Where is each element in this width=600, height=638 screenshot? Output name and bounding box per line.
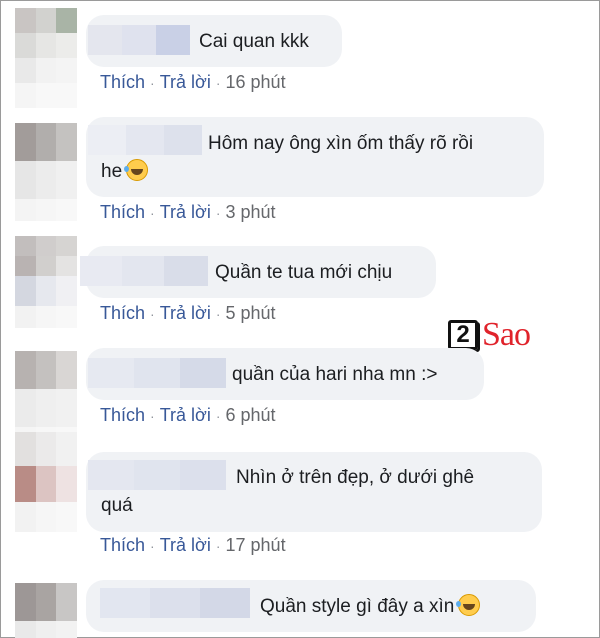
avatar[interactable] bbox=[15, 236, 77, 328]
avatar[interactable] bbox=[15, 432, 77, 532]
comment-actions: Thích · Trả lời · 5 phút bbox=[100, 303, 276, 324]
separator: · bbox=[215, 204, 221, 221]
separator: · bbox=[150, 407, 155, 424]
comment-actions: Thích · Trả lời · 3 phút bbox=[100, 202, 276, 223]
separator: · bbox=[150, 537, 155, 554]
timestamp[interactable]: 17 phút bbox=[226, 535, 286, 556]
timestamp[interactable]: 6 phút bbox=[226, 405, 276, 426]
timestamp[interactable]: 16 phút bbox=[226, 72, 286, 93]
watermark-number: 2 bbox=[448, 320, 478, 350]
avatar[interactable] bbox=[15, 123, 77, 221]
comment-text: quần của hari nha mn :> bbox=[232, 364, 438, 385]
comment-text: Hôm nay ông xìn ốm thấy rõ rồi bbox=[208, 133, 474, 154]
separator: · bbox=[215, 537, 221, 554]
comment-actions: Thích · Trả lời · 16 phút bbox=[100, 72, 286, 93]
timestamp[interactable]: 5 phút bbox=[226, 303, 276, 324]
comment-actions: Thích · Trả lời · 17 phút bbox=[100, 535, 286, 556]
separator: · bbox=[215, 305, 221, 322]
comment-text: Quần te tua mới chịu bbox=[215, 262, 393, 283]
separator: · bbox=[150, 204, 155, 221]
reply-link[interactable]: Trả lời bbox=[160, 535, 211, 556]
comment-text-continued: quá bbox=[101, 495, 133, 516]
commenter-name-blurred[interactable] bbox=[100, 588, 250, 618]
like-link[interactable]: Thích bbox=[100, 202, 145, 223]
separator: · bbox=[215, 407, 221, 424]
separator: · bbox=[215, 74, 221, 91]
comment-text-line2: he bbox=[101, 158, 149, 186]
comment-text-content: Quần style gì đây a xìn bbox=[260, 596, 455, 617]
like-link[interactable]: Thích bbox=[100, 72, 145, 93]
like-link[interactable]: Thích bbox=[100, 405, 145, 426]
rolling-laughing-emoji-icon bbox=[124, 159, 149, 181]
comment-text: Cai quan kkk bbox=[199, 31, 309, 52]
watermark-brand: Sao bbox=[482, 316, 531, 353]
avatar[interactable] bbox=[15, 583, 77, 638]
separator: · bbox=[150, 305, 155, 322]
commenter-name-blurred[interactable] bbox=[88, 460, 226, 490]
comment-actions: Thích · Trả lời · 6 phút bbox=[100, 405, 276, 426]
avatar[interactable] bbox=[15, 8, 77, 108]
rolling-laughing-emoji-icon bbox=[456, 594, 481, 616]
like-link[interactable]: Thích bbox=[100, 303, 145, 324]
commenter-name-blurred[interactable] bbox=[88, 358, 226, 388]
timestamp[interactable]: 3 phút bbox=[226, 202, 276, 223]
like-link[interactable]: Thích bbox=[100, 535, 145, 556]
separator: · bbox=[150, 74, 155, 91]
reply-link[interactable]: Trả lời bbox=[160, 202, 211, 223]
comment-text-continued: he bbox=[101, 161, 123, 182]
reply-link[interactable]: Trả lời bbox=[160, 405, 211, 426]
comment-text: Nhìn ở trên đẹp, ở dưới ghê bbox=[236, 467, 475, 488]
reply-link[interactable]: Trả lời bbox=[160, 303, 211, 324]
commenter-name-blurred[interactable] bbox=[88, 25, 190, 55]
reply-link[interactable]: Trả lời bbox=[160, 72, 211, 93]
commenter-name-blurred[interactable] bbox=[88, 125, 202, 155]
commenter-name-blurred[interactable] bbox=[80, 256, 208, 286]
comment-text: Quần style gì đây a xìn bbox=[260, 593, 481, 621]
